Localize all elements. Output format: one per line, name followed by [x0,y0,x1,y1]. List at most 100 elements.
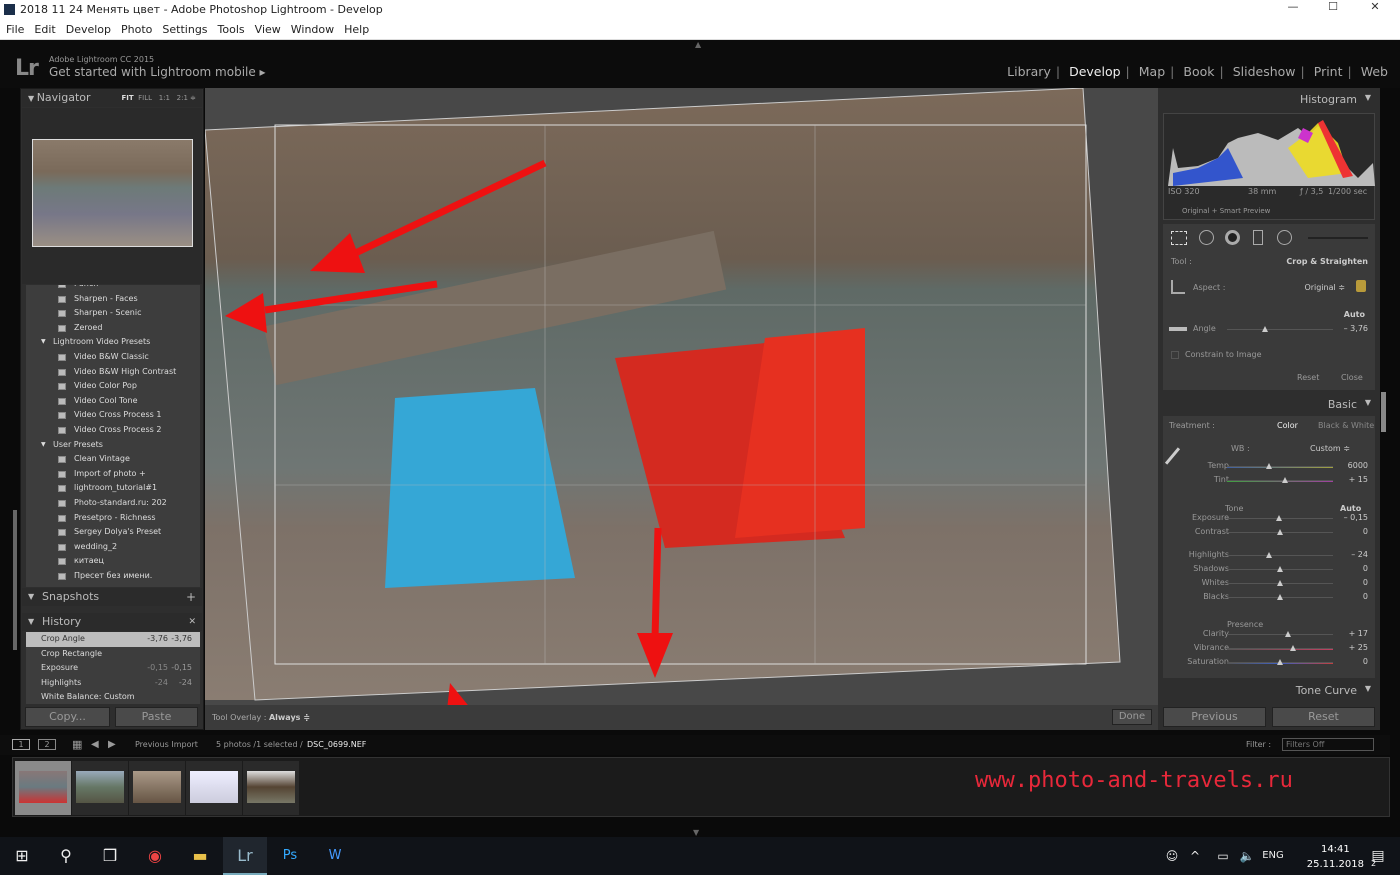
highlights-slider[interactable] [1227,552,1333,558]
filmstrip-thumbnail[interactable] [129,761,185,815]
language-indicator[interactable]: ENG [1258,837,1288,875]
slider-knob[interactable] [1277,659,1283,665]
preset-item[interactable]: Video Color Pop [26,379,200,394]
file-explorer-icon[interactable]: ▬ [178,837,222,875]
blacks-slider[interactable] [1227,594,1333,600]
preset-item[interactable]: Video B&W High Contrast [26,365,200,380]
back-arrow-icon[interactable]: ◀ [91,735,99,755]
radial-filter-icon[interactable] [1277,230,1292,245]
zoom-2-1[interactable]: 2:1 ≑ [177,94,196,102]
crop-reset-button[interactable]: Reset [1297,373,1319,382]
menu-settings[interactable]: Settings [162,23,207,36]
filter-select[interactable]: Filters Off [1282,738,1374,751]
preset-item[interactable]: Clean Vintage [26,452,200,467]
module-web[interactable]: Web [1361,64,1388,79]
word-taskbar-icon[interactable]: W [313,837,357,875]
tone-curve-header[interactable]: Tone Curve [1163,684,1375,697]
menu-view[interactable]: View [255,23,281,36]
forward-arrow-icon[interactable]: ▶ [108,735,116,755]
top-panel-toggle-icon[interactable]: ▲ [695,40,701,49]
preset-item[interactable]: Photo-standard.ru: 202 [26,496,200,511]
history-item[interactable]: Crop Rectangle [26,647,200,662]
vibrance-slider[interactable] [1227,645,1333,651]
crop-frame-tool-icon[interactable] [1171,280,1185,294]
preset-item[interactable]: Video B&W Classic [26,350,200,365]
filmstrip-thumbnail[interactable] [15,761,71,815]
crop-close-button[interactable]: Close [1341,373,1363,382]
preset-item[interactable]: Video Cross Process 2 [26,423,200,438]
preset-item[interactable]: Zeroed [26,321,200,336]
straighten-tool-icon[interactable] [1169,327,1187,331]
preset-item[interactable]: Пресет без имени. [26,569,200,584]
photo-crop-view[interactable] [205,88,1158,705]
menu-edit[interactable]: Edit [34,23,55,36]
preset-item[interactable]: wedding_2 [26,540,200,555]
zoom-fit[interactable]: FIT [121,94,133,102]
right-scrollbar[interactable] [1381,392,1386,432]
menu-window[interactable]: Window [291,23,334,36]
preset-group[interactable]: Lightroom Video Presets [26,335,200,350]
zoom-fill[interactable]: FILL [138,94,152,102]
chrome-icon[interactable]: ◉ [133,837,177,875]
task-view-icon[interactable]: ❒ [88,837,132,875]
basic-header[interactable]: Basic [1163,398,1375,411]
filename[interactable]: DSC_0699.NEF [307,735,366,755]
preset-item[interactable]: Video Cross Process 1 [26,408,200,423]
zoom-1-1[interactable]: 1:1 [159,94,170,102]
add-snapshot-button[interactable]: + [186,588,196,606]
reset-button[interactable]: Reset [1272,707,1375,727]
close-button[interactable]: ✕ [1352,0,1398,20]
slider-knob[interactable] [1289,645,1296,651]
menu-develop[interactable]: Develop [66,23,111,36]
wb-eyedropper-icon[interactable] [1164,447,1181,465]
treatment-color[interactable]: Color [1277,421,1298,430]
navigator-header[interactable]: ▼ Navigator FIT FILL 1:1 2:1 ≑ [22,89,202,107]
slider-knob[interactable] [1285,631,1292,637]
snapshots-header[interactable]: ▼ Snapshots + [22,588,202,606]
show-hidden-icons[interactable]: ^ [1180,837,1210,875]
crop-tool-icon[interactable] [1171,231,1187,245]
menu-photo[interactable]: Photo [121,23,152,36]
left-scrollbar[interactable] [13,510,17,650]
slider-knob[interactable] [1266,552,1273,558]
preset-item[interactable]: китаец [26,554,200,569]
history-item[interactable]: Crop Angle -3,76 -3,76 [26,632,200,647]
module-slideshow[interactable]: Slideshow [1233,64,1296,79]
history-header[interactable]: ▼ History ✕ [22,613,202,631]
preset-item[interactable]: Presetpro - Richness [26,511,200,526]
module-library[interactable]: Library [1007,64,1051,79]
photoshop-taskbar-icon[interactable]: Ps [268,837,312,875]
angle-slider[interactable] [1227,326,1333,332]
menu-tools[interactable]: Tools [218,23,245,36]
start-button[interactable]: ⊞ [0,837,44,875]
lock-icon[interactable] [1356,280,1366,292]
paste-button[interactable]: Paste [115,707,198,727]
maximize-button[interactable]: ☐ [1310,0,1356,20]
history-item[interactable]: Highlights -24 -24 [26,676,200,691]
slider-knob[interactable] [1277,566,1283,572]
constrain-checkbox[interactable] [1171,351,1179,359]
slider-knob[interactable] [1282,477,1289,483]
tone-auto-button[interactable]: Auto [1340,504,1361,513]
filmstrip-thumbnail[interactable] [243,761,299,815]
shadows-slider[interactable] [1227,566,1333,572]
filmstrip-thumbnail[interactable] [72,761,128,815]
history-item[interactable]: Exposure -0,15 -0,15 [26,661,200,676]
exposure-slider[interactable] [1227,515,1333,521]
navigator-thumbnail[interactable] [32,139,193,247]
histogram-header[interactable]: Histogram [1163,93,1375,106]
preset-item[interactable]: Video Cool Tone [26,394,200,409]
preset-item[interactable]: lightroom_tutorial#1 [26,481,200,496]
slider-knob[interactable] [1277,529,1283,535]
mobile-link[interactable]: Get started with Lightroom mobile ▸ [49,65,266,79]
preset-group[interactable]: User Presets [26,438,200,453]
secondary-window-button[interactable]: 2 [38,739,56,750]
grid-view-icon[interactable]: ▦ [72,735,82,755]
clear-history-button[interactable]: ✕ [188,613,196,631]
angle-slider-knob[interactable] [1262,326,1269,332]
preset-item[interactable]: Sharpen - Scenic [26,306,200,321]
preset-item[interactable]: Sharpen - Faces [26,292,200,307]
slider-knob[interactable] [1277,594,1283,600]
clock[interactable]: 14:41 25.11.2018 [1307,842,1364,872]
module-develop[interactable]: Develop [1069,64,1120,79]
